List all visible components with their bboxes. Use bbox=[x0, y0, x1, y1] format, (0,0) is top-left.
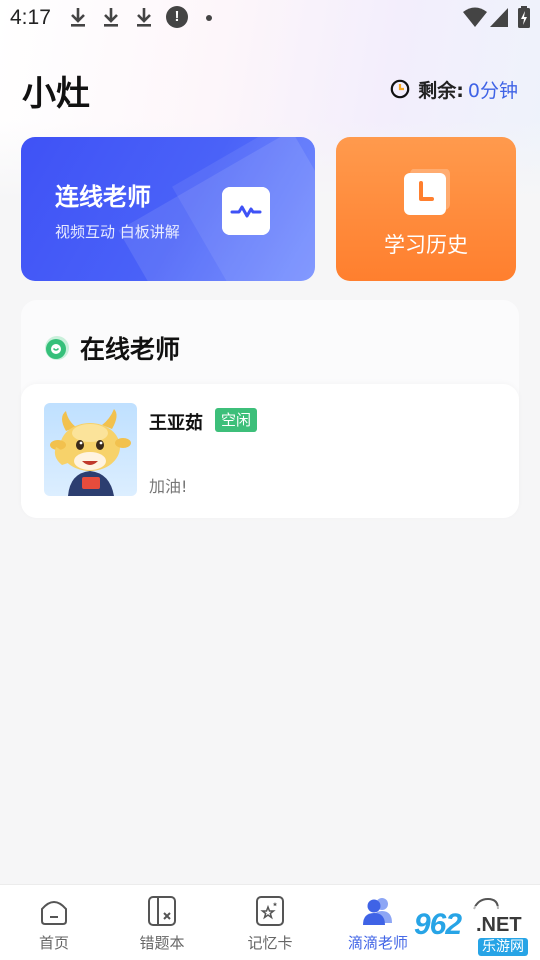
wifi-icon bbox=[463, 7, 487, 27]
watermark-site: 乐游网 bbox=[478, 938, 528, 956]
live-teacher-card[interactable]: 连线老师 视频互动 白板讲解 bbox=[21, 137, 315, 281]
cow-mascot-icon bbox=[50, 409, 131, 496]
nav-label-memory-card: 记忆卡 bbox=[247, 934, 293, 952]
download-icon bbox=[137, 8, 151, 27]
page-title: 小灶 bbox=[22, 74, 90, 114]
online-teachers-title: 在线老师 bbox=[80, 335, 181, 364]
study-history-card[interactable]: 学习历史 bbox=[336, 137, 516, 281]
teacher-list-item[interactable]: 王亚茹 空闲 加油! bbox=[21, 384, 519, 518]
nav-label-home: 首页 bbox=[38, 934, 69, 952]
teacher-message: 加油! bbox=[149, 477, 188, 496]
status-badge: 空闲 bbox=[215, 408, 258, 432]
whiteboard-icon bbox=[222, 187, 270, 235]
live-teacher-subtitle: 视频互动 白板讲解 bbox=[55, 223, 180, 241]
memory-card-icon bbox=[256, 896, 284, 926]
clock-icon bbox=[390, 79, 410, 99]
battery-icon bbox=[518, 6, 530, 28]
site-watermark: 962 .NET 乐游网 bbox=[400, 906, 540, 960]
study-history-title: 学习历史 bbox=[384, 233, 468, 257]
nav-item-home[interactable]: 首页 bbox=[0, 885, 108, 960]
watermark-suffix: .NET bbox=[476, 914, 522, 936]
signal-icon bbox=[490, 8, 508, 27]
notification-dot-icon bbox=[206, 15, 212, 21]
remaining-time: 剩余: 0分钟 bbox=[390, 76, 518, 102]
teacher-name: 王亚茹 bbox=[149, 413, 203, 434]
history-clock-icon bbox=[404, 169, 450, 215]
online-status-icon bbox=[45, 336, 69, 360]
remaining-label: 剩余: bbox=[418, 79, 464, 102]
status-bar: 4:17 ! bbox=[0, 0, 540, 36]
home-icon bbox=[41, 901, 67, 925]
nav-label-mistake-book: 错题本 bbox=[139, 934, 185, 952]
live-teacher-title: 连线老师 bbox=[55, 183, 151, 211]
alert-icon: ! bbox=[166, 6, 188, 28]
watermark-number: 962 bbox=[414, 908, 462, 941]
status-time: 4:17 bbox=[10, 6, 51, 29]
download-icon bbox=[71, 8, 85, 27]
nav-item-mistake-book[interactable]: 错题本 bbox=[108, 885, 216, 960]
download-icon bbox=[104, 8, 118, 27]
remaining-value: 0分钟 bbox=[467, 79, 518, 102]
mistake-book-icon bbox=[148, 896, 176, 926]
teachers-icon bbox=[363, 898, 392, 925]
nav-item-memory-card[interactable]: 记忆卡 bbox=[216, 885, 324, 960]
online-teachers-header: 在线老师 bbox=[44, 330, 180, 366]
teacher-avatar bbox=[44, 403, 137, 496]
online-teachers-panel: 在线老师 王亚茹 空闲 加油! bbox=[21, 300, 519, 518]
